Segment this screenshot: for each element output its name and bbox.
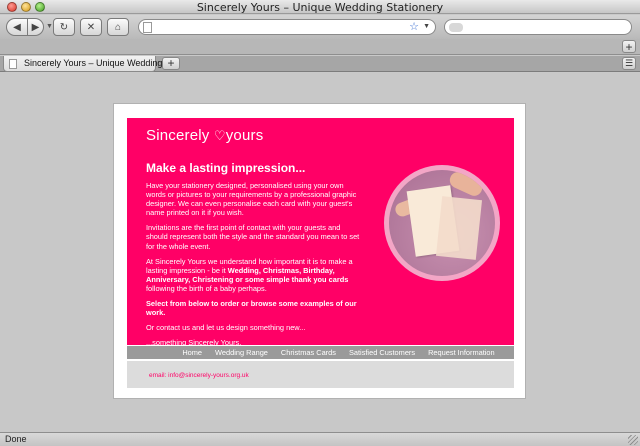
bookmark-star-icon[interactable]: ☆: [409, 20, 419, 33]
page-headline: Make a lasting impression...: [146, 161, 306, 175]
site-page: Sincerely ♡yours Make a lasting impressi…: [113, 103, 526, 399]
hero-panel: Sincerely ♡yours Make a lasting impressi…: [127, 118, 514, 347]
forward-arrow-icon: ▶: [31, 21, 40, 33]
add-bookmark-button[interactable]: +: [622, 40, 636, 53]
history-dropdown-icon[interactable]: ▼: [46, 23, 53, 30]
heart-icon: ♡: [213, 128, 226, 143]
paragraph-4: Select from below to order or browse som…: [146, 299, 364, 317]
tab-label: Sincerely Yours – Unique Wedding...: [24, 58, 170, 68]
url-dropdown-icon[interactable]: ▼: [423, 23, 430, 30]
nav-christmas-cards[interactable]: Christmas Cards: [281, 346, 336, 359]
page-icon: [143, 22, 152, 33]
new-tab-button[interactable]: +: [162, 57, 180, 70]
site-nav: Home Wedding Range Christmas Cards Satis…: [127, 346, 514, 359]
tab-list-button[interactable]: ☰: [622, 57, 636, 70]
stop-icon: ✕: [86, 21, 96, 33]
paragraph-3: At Sincerely Yours we understand how imp…: [146, 257, 364, 293]
forward-button[interactable]: ▶: [28, 18, 44, 36]
resize-grip-icon[interactable]: [628, 435, 638, 445]
logo-text-sincerely: Sincerely: [146, 127, 214, 144]
paragraph-3-end: following the birth of a baby perhaps.: [146, 283, 267, 293]
reload-button[interactable]: ↻: [53, 18, 75, 36]
site-footer: email: info@sincerely-yours.org.uk: [127, 361, 514, 388]
nav-wedding-range[interactable]: Wedding Range: [215, 346, 268, 359]
nav-home[interactable]: Home: [182, 346, 202, 359]
nav-satisfied-customers[interactable]: Satisfied Customers: [349, 346, 415, 359]
back-arrow-icon: ◀: [13, 21, 21, 33]
logo-text-yours: yours: [225, 127, 264, 144]
home-icon: ⌂: [114, 21, 122, 33]
url-input[interactable]: ☆ ▼: [138, 19, 436, 35]
status-bar: Done: [0, 432, 640, 446]
paragraph-1: Have your stationery designed, personali…: [146, 181, 357, 218]
nav-request-information[interactable]: Request Information: [428, 346, 495, 359]
email-link[interactable]: email: info@sincerely-yours.org.uk: [149, 372, 249, 379]
tab-strip: Sincerely Yours – Unique Wedding... + ☰: [0, 56, 640, 72]
back-button[interactable]: ◀: [6, 18, 28, 36]
reload-icon: ↻: [59, 21, 69, 33]
search-engine-icon[interactable]: [449, 23, 463, 32]
bookmarks-bar: +: [0, 39, 640, 55]
paragraph-5: Or contact us and let us design somethin…: [146, 323, 306, 333]
navigation-toolbar: ◀ ▶ ▼ ↻ ✕ ⌂ ☆ ▼: [0, 15, 640, 39]
paragraph-4-text: Select from below to order or browse som…: [146, 299, 357, 318]
intro-copy: Have your stationery designed, personali…: [146, 181, 364, 353]
window-titlebar: Sincerely Yours – Unique Wedding Station…: [0, 0, 640, 14]
browser-viewport: Sincerely ♡yours Make a lasting impressi…: [0, 73, 640, 432]
stationery-photo: [384, 165, 500, 281]
paragraph-2: Invitations are the first point of conta…: [146, 223, 360, 251]
window-title: Sincerely Yours – Unique Wedding Station…: [196, 1, 444, 14]
stop-button[interactable]: ✕: [80, 18, 102, 36]
site-logo[interactable]: Sincerely ♡yours: [146, 127, 263, 144]
status-text: Done: [5, 434, 27, 444]
page-icon: [9, 59, 17, 69]
search-input[interactable]: [444, 19, 632, 35]
home-button[interactable]: ⌂: [107, 18, 129, 36]
tab-sincerely-yours[interactable]: Sincerely Yours – Unique Wedding...: [3, 56, 170, 72]
